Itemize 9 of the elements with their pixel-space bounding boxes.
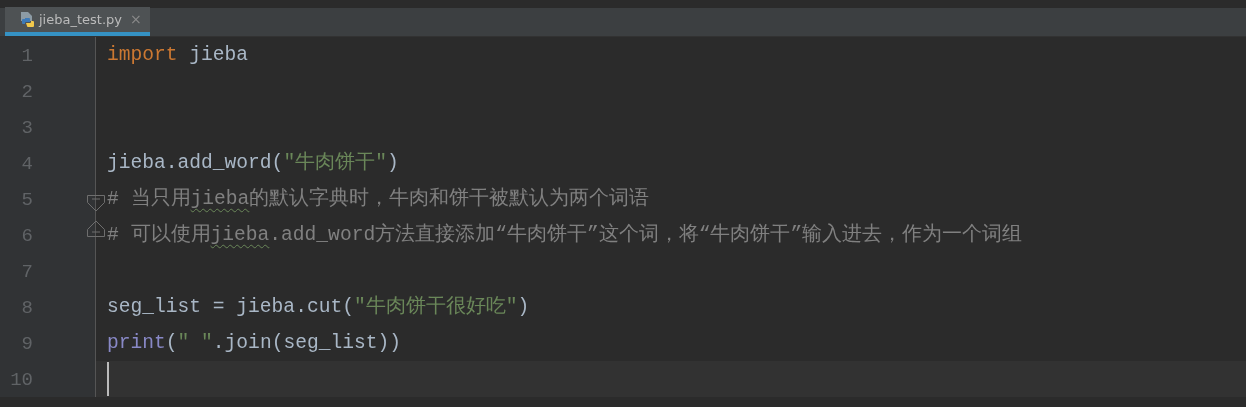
python-file-icon: [19, 11, 35, 28]
code-line: seg_list = jieba.cut("牛肉饼干很好吃"): [107, 296, 530, 318]
code-line: # 可以使用jieba.add_word方法直接添加“牛肉饼干”这个词，将“牛肉饼干”输入进去，作为一个词组: [107, 224, 1023, 246]
code-line: print(" ".join(seg_list)): [107, 332, 401, 354]
file-tab[interactable]: jieba_test.py ×: [5, 7, 150, 36]
code-line: # 当只用jieba的默认字典时，牛肉和饼干被默认为两个词语: [107, 188, 650, 210]
code-line: jieba.add_word("牛肉饼干"): [107, 152, 399, 174]
close-icon[interactable]: ×: [130, 9, 142, 30]
code-line: import jieba: [107, 44, 249, 66]
